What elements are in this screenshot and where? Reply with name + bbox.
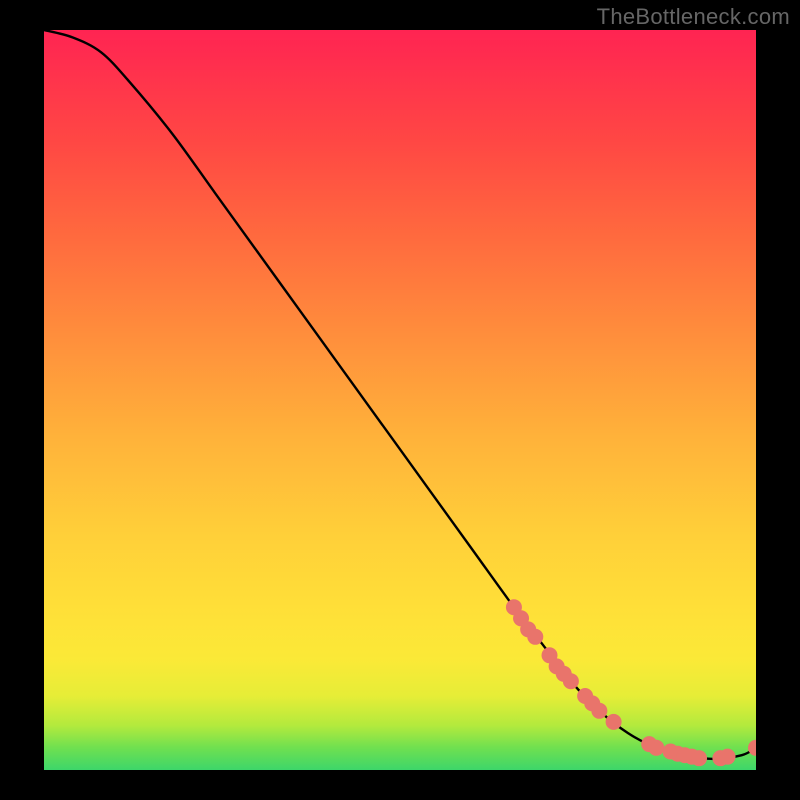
data-point (691, 750, 707, 766)
data-point (591, 703, 607, 719)
data-point (527, 629, 543, 645)
chart-svg (44, 30, 756, 770)
data-point (720, 749, 736, 765)
chart-frame: TheBottleneck.com (0, 0, 800, 800)
gradient-background (44, 30, 756, 770)
data-point (606, 714, 622, 730)
plot-area (44, 30, 756, 770)
watermark-text: TheBottleneck.com (597, 4, 790, 30)
data-point (648, 740, 664, 756)
data-point (563, 673, 579, 689)
